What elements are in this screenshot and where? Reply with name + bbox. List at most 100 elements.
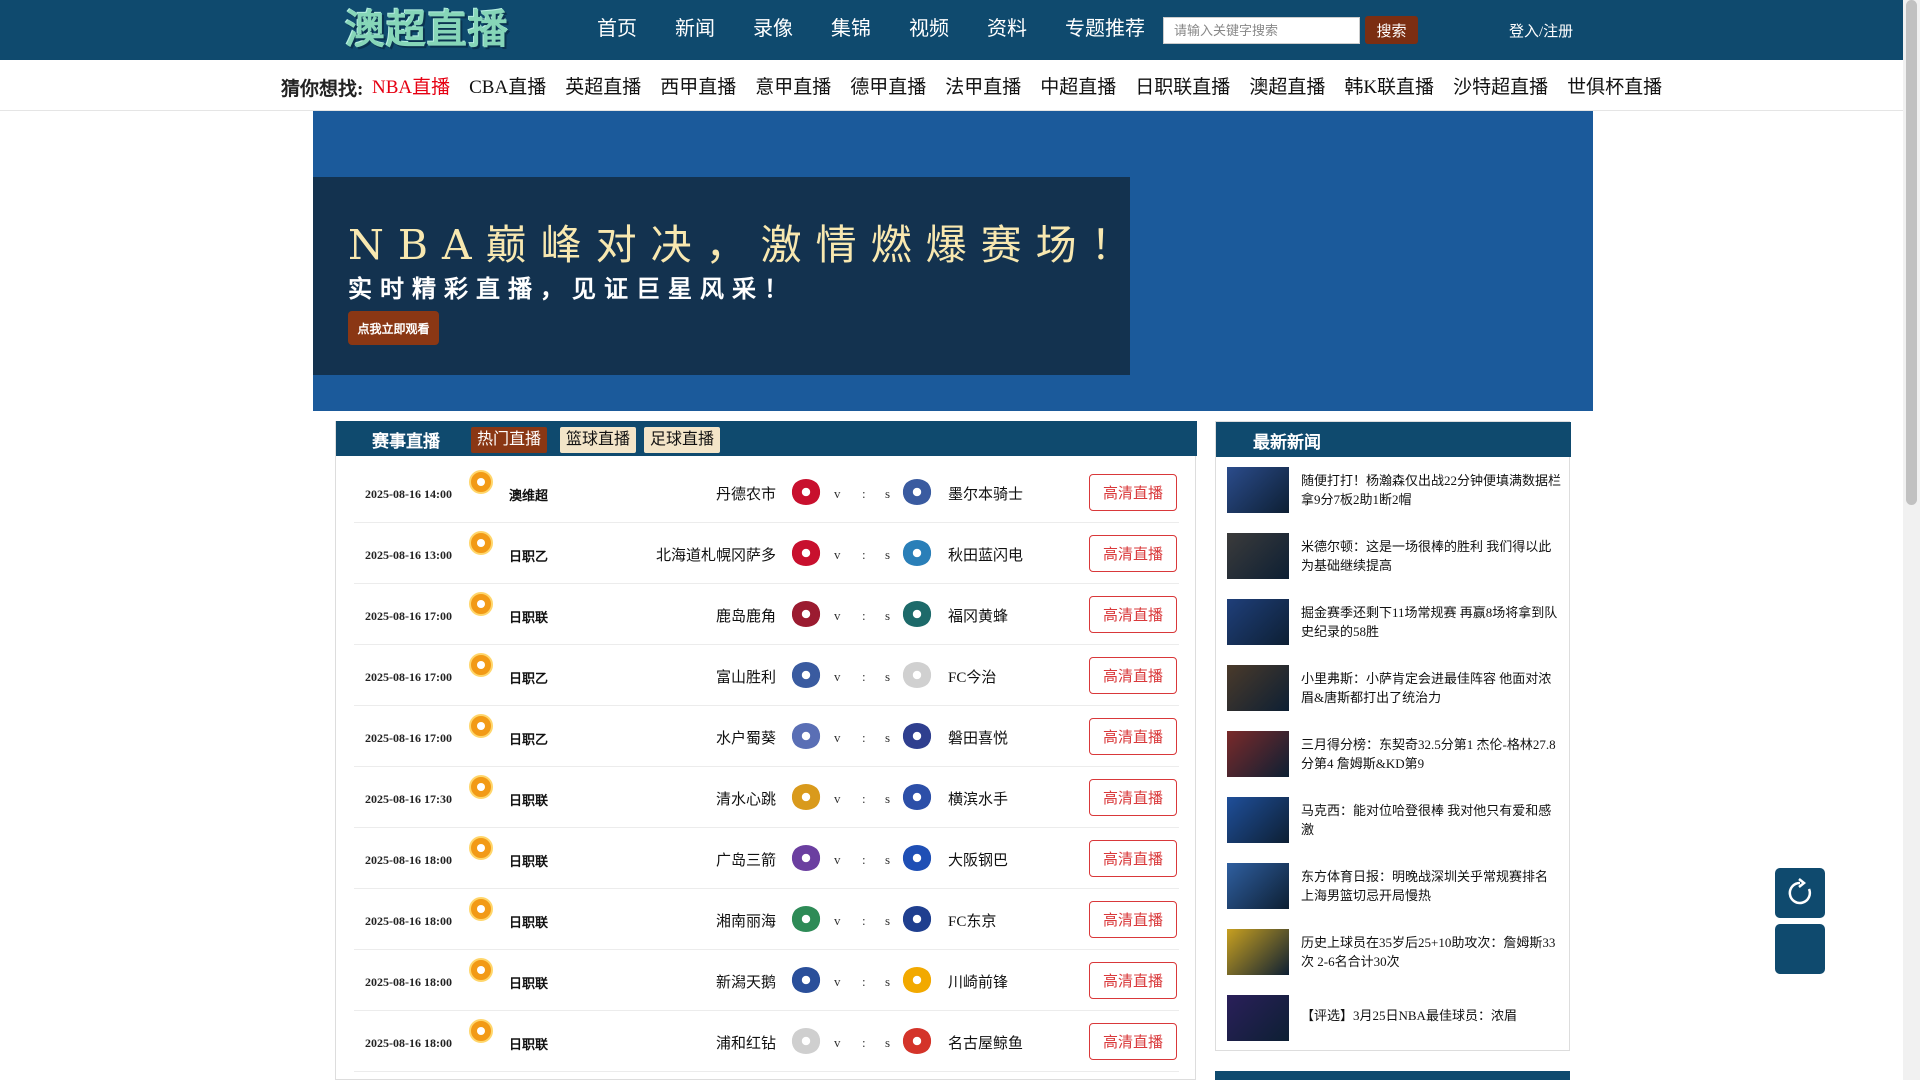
guess-link-epl[interactable]: 英超直播 — [565, 72, 641, 99]
guess-link-csl[interactable]: 中超直播 — [1040, 72, 1116, 99]
login-register-link[interactable]: 登入/注册 — [1509, 20, 1573, 41]
away-team[interactable]: 名古屋鲸鱼 — [948, 1032, 1023, 1053]
tab-football-live[interactable]: 足球直播 — [644, 427, 721, 453]
nav-home[interactable]: 首页 — [580, 0, 649, 60]
match-league[interactable]: 日职联 — [509, 790, 548, 809]
site-logo[interactable]: 澳超直播 — [345, 6, 509, 54]
tab-hot-live[interactable]: 热门直播 — [471, 427, 548, 453]
news-item[interactable]: 马克西：能对位哈登很棒 我对他只有爱和感激 — [1227, 795, 1562, 861]
match-league[interactable]: 日职联 — [509, 912, 548, 931]
guess-link-laliga[interactable]: 西甲直播 — [660, 72, 736, 99]
news-item[interactable]: 历史上球员在35岁后25+10助攻次：詹姆斯33次 2-6名合计30次 — [1227, 927, 1562, 993]
match-league[interactable]: 日职联 — [509, 851, 548, 870]
hd-live-button[interactable]: 高清直播 — [1089, 596, 1177, 633]
scrollbar-thumb[interactable] — [1906, 0, 1917, 505]
news-item[interactable]: 米德尔顿：这是一场很棒的胜利 我们得以此为基础继续提高 — [1227, 531, 1562, 597]
match-league[interactable]: 日职联 — [509, 607, 548, 626]
hd-live-button[interactable]: 高清直播 — [1089, 901, 1177, 938]
home-team[interactable]: 水户蜀葵 — [716, 727, 776, 748]
search-input[interactable] — [1163, 17, 1360, 44]
nav-replay[interactable]: 录像 — [736, 0, 805, 60]
away-team[interactable]: FC东京 — [948, 910, 996, 931]
away-team[interactable]: 横滨水手 — [948, 788, 1008, 809]
news-headline[interactable]: 【评选】3月25日NBA最佳球员：浓眉 — [1301, 1006, 1563, 1025]
page-scrollbar[interactable] — [1903, 0, 1920, 1080]
match-league[interactable]: 日职联 — [509, 973, 548, 992]
match-league[interactable]: 日职联 — [509, 1034, 548, 1053]
match-league[interactable]: 澳维超 — [509, 485, 548, 504]
guess-link-clubwc[interactable]: 世俱杯直播 — [1567, 72, 1662, 99]
guess-link-bundesliga[interactable]: 德甲直播 — [850, 72, 926, 99]
away-team[interactable]: 大阪钢巴 — [948, 849, 1008, 870]
nav-video[interactable]: 视频 — [892, 0, 961, 60]
away-team[interactable]: 福冈黄蜂 — [948, 605, 1008, 626]
home-team[interactable]: 浦和红钻 — [716, 1032, 776, 1053]
away-team[interactable]: 墨尔本骑士 — [948, 483, 1023, 504]
news-thumbnail[interactable] — [1227, 533, 1289, 579]
back-to-top-button[interactable] — [1775, 924, 1825, 974]
news-item[interactable]: 三月得分榜：东契奇32.5分第1 杰伦-格林27.8分第4 詹姆斯&KD第9 — [1227, 729, 1562, 795]
news-headline[interactable]: 随便打打！杨瀚森仅出战22分钟便填满数据栏 拿9分7板2助1断2帽 — [1301, 471, 1563, 509]
nav-data[interactable]: 资料 — [970, 0, 1039, 60]
news-headline[interactable]: 历史上球员在35岁后25+10助攻次：詹姆斯33次 2-6名合计30次 — [1301, 933, 1563, 971]
hd-live-button[interactable]: 高清直播 — [1089, 962, 1177, 999]
news-headline[interactable]: 掘金赛季还剩下11场常规赛 再赢8场将拿到队史纪录的58胜 — [1301, 603, 1563, 641]
guess-link-kleague[interactable]: 韩K联直播 — [1344, 72, 1434, 99]
news-thumbnail[interactable] — [1227, 797, 1289, 843]
hd-live-button[interactable]: 高清直播 — [1089, 1023, 1177, 1060]
news-thumbnail[interactable] — [1227, 995, 1289, 1041]
news-item[interactable]: 掘金赛季还剩下11场常规赛 再赢8场将拿到队史纪录的58胜 — [1227, 597, 1562, 663]
refresh-float-button[interactable] — [1775, 868, 1825, 918]
news-thumbnail[interactable] — [1227, 929, 1289, 975]
hd-live-button[interactable]: 高清直播 — [1089, 535, 1177, 572]
hd-live-button[interactable]: 高清直播 — [1089, 718, 1177, 755]
guess-link-jleague[interactable]: 日职联直播 — [1135, 72, 1230, 99]
promo-banner[interactable]: NBA巅峰对决，激情燃爆赛场！ 实时精彩直播，见证巨星风采！ 点我立即观看 — [313, 111, 1593, 411]
guess-link-nba[interactable]: NBA直播 — [372, 72, 450, 99]
news-headline[interactable]: 小里弗斯：小萨肯定会进最佳阵容 他面对浓眉&唐斯都打出了统治力 — [1301, 669, 1563, 707]
home-team[interactable]: 鹿岛鹿角 — [716, 605, 776, 626]
news-thumbnail[interactable] — [1227, 863, 1289, 909]
news-item[interactable]: 小里弗斯：小萨肯定会进最佳阵容 他面对浓眉&唐斯都打出了统治力 — [1227, 663, 1562, 729]
news-thumbnail[interactable] — [1227, 731, 1289, 777]
news-thumbnail[interactable] — [1227, 599, 1289, 645]
hd-live-button[interactable]: 高清直播 — [1089, 474, 1177, 511]
away-team[interactable]: 秋田蓝闪电 — [948, 544, 1023, 565]
news-headline[interactable]: 东方体育日报：明晚战深圳关乎常规赛排名 上海男篮切忌开局慢热 — [1301, 867, 1563, 905]
news-item[interactable]: 【评选】3月25日NBA最佳球员：浓眉 — [1227, 993, 1562, 1059]
away-team[interactable]: FC今治 — [948, 666, 996, 687]
match-league[interactable]: 日职乙 — [509, 668, 548, 687]
guess-link-aleague[interactable]: 澳超直播 — [1249, 72, 1325, 99]
nav-news[interactable]: 新闻 — [658, 0, 727, 60]
hd-live-button[interactable]: 高清直播 — [1089, 779, 1177, 816]
match-league[interactable]: 日职乙 — [509, 546, 548, 565]
guess-link-cba[interactable]: CBA直播 — [469, 72, 546, 99]
guess-link-seriea[interactable]: 意甲直播 — [755, 72, 831, 99]
news-headline[interactable]: 马克西：能对位哈登很棒 我对他只有爱和感激 — [1301, 801, 1563, 839]
news-item[interactable]: 东方体育日报：明晚战深圳关乎常规赛排名 上海男篮切忌开局慢热 — [1227, 861, 1562, 927]
nav-topics[interactable]: 专题推荐 — [1048, 0, 1157, 60]
home-team[interactable]: 清水心跳 — [716, 788, 776, 809]
news-item[interactable]: 随便打打！杨瀚森仅出战22分钟便填满数据栏 拿9分7板2助1断2帽 — [1227, 465, 1562, 531]
home-team[interactable]: 丹德农市 — [716, 483, 776, 504]
hd-live-button[interactable]: 高清直播 — [1089, 840, 1177, 877]
home-team[interactable]: 广岛三箭 — [716, 849, 776, 870]
news-headline[interactable]: 米德尔顿：这是一场很棒的胜利 我们得以此为基础继续提高 — [1301, 537, 1563, 575]
news-thumbnail[interactable] — [1227, 665, 1289, 711]
away-team[interactable]: 磐田喜悦 — [948, 727, 1008, 748]
news-headline[interactable]: 三月得分榜：东契奇32.5分第1 杰伦-格林27.8分第4 詹姆斯&KD第9 — [1301, 735, 1563, 773]
home-team[interactable]: 新潟天鹅 — [716, 971, 776, 992]
banner-watch-button[interactable]: 点我立即观看 — [348, 311, 439, 345]
match-league[interactable]: 日职乙 — [509, 729, 548, 748]
away-team[interactable]: 川崎前锋 — [948, 971, 1008, 992]
hd-live-button[interactable]: 高清直播 — [1089, 657, 1177, 694]
search-button[interactable]: 搜索 — [1365, 16, 1418, 44]
news-thumbnail[interactable] — [1227, 467, 1289, 513]
nav-highlights[interactable]: 集锦 — [814, 0, 883, 60]
home-team[interactable]: 富山胜利 — [716, 666, 776, 687]
guess-link-saudi[interactable]: 沙特超直播 — [1453, 72, 1548, 99]
home-team[interactable]: 湘南丽海 — [716, 910, 776, 931]
tab-basketball-live[interactable]: 篮球直播 — [560, 427, 637, 453]
guess-link-ligue1[interactable]: 法甲直播 — [945, 72, 1021, 99]
home-team[interactable]: 北海道札幌冈萨多 — [656, 544, 776, 565]
